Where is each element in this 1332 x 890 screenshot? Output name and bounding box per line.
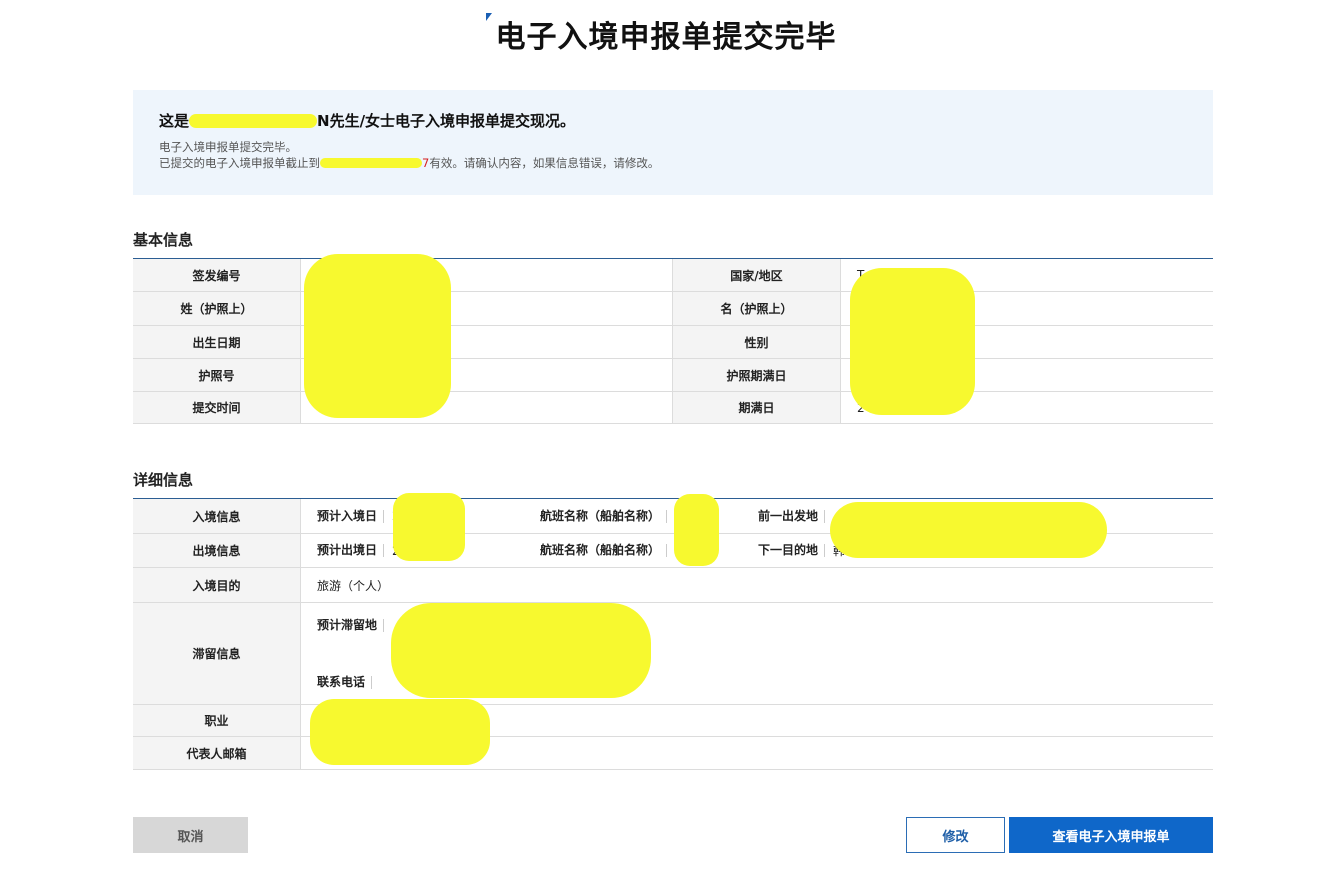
detail-info-title: 详细信息 xyxy=(133,471,194,489)
notice-line-1: 电子入境申报单提交完毕。 xyxy=(159,140,297,154)
table-row: 出生日期 性别 xyxy=(133,326,1213,359)
departure-place-label: 前一出发地 xyxy=(758,509,826,523)
label-exit-info: 出境信息 xyxy=(133,534,301,567)
redacted-date xyxy=(320,158,422,168)
exit-flight-label: 航班名称（船舶名称） xyxy=(540,544,668,557)
basic-info-title: 基本信息 xyxy=(133,231,194,249)
stay-phone-label: 联系电话 xyxy=(317,676,373,689)
basic-info-table: 签发编号 国家/地区 T 姓（护照上） 名（护照上） 出生日期 性别 护照号 护… xyxy=(133,258,1213,424)
table-row: 护照号 护照期满日 xyxy=(133,359,1213,392)
label-birth-date: 出生日期 xyxy=(133,326,301,358)
view-declaration-button[interactable]: 查看电子入境申报单 xyxy=(1009,817,1213,853)
label-entry-info: 入境信息 xyxy=(133,499,301,533)
notice-heading: 这是 N 先生/女士电子入境申报单提交现况。 xyxy=(159,111,576,131)
notice-line-2: 已提交的电子入境申报单截止到 7 有效。请确认内容，如果信息错误，请修改。 xyxy=(159,156,660,170)
label-surname: 姓（护照上） xyxy=(133,292,301,325)
page-title-text: 电子入境申报单提交完毕 xyxy=(495,20,837,55)
label-gender: 性别 xyxy=(673,326,841,358)
table-row: 提交时间 期满日 2 xyxy=(133,392,1213,424)
table-row: 代表人邮箱 xyxy=(133,737,1213,770)
redaction-mark xyxy=(393,493,465,561)
redaction-mark xyxy=(391,603,651,698)
entry-flight-label: 航班名称（船舶名称） xyxy=(540,509,668,523)
table-row: 签发编号 国家/地区 T xyxy=(133,259,1213,292)
label-submit-time: 提交时间 xyxy=(133,392,301,423)
label-issue-number: 签发编号 xyxy=(133,259,301,291)
redaction-mark xyxy=(830,502,1107,558)
entry-date-label: 预计入境日 xyxy=(317,509,385,523)
redaction-mark xyxy=(674,494,719,566)
title-corner-mark xyxy=(485,13,492,21)
table-row: 姓（护照上） 名（护照上） xyxy=(133,292,1213,326)
redacted-name xyxy=(189,113,318,128)
label-country: 国家/地区 xyxy=(673,259,841,291)
cancel-button[interactable]: 取消 xyxy=(133,817,248,853)
value-entry-purpose: 旅游（个人） xyxy=(317,578,390,593)
table-row: 滞留信息 预计滞留地 联系电话 xyxy=(133,603,1213,705)
redaction-mark xyxy=(304,254,451,418)
redaction-mark xyxy=(310,699,490,765)
table-row: 职业 xyxy=(133,705,1213,737)
label-expiry-date: 期满日 xyxy=(673,392,841,423)
stay-address-label: 预计滞留地 xyxy=(317,619,385,632)
redaction-mark xyxy=(850,268,975,415)
label-representative-email: 代表人邮箱 xyxy=(133,737,301,769)
label-passport-expiry: 护照期满日 xyxy=(673,359,841,391)
table-row: 入境目的 旅游（个人） xyxy=(133,568,1213,603)
label-stay-info: 滞留信息 xyxy=(133,603,301,704)
destination-label: 下一目的地 xyxy=(758,544,826,557)
label-passport-number: 护照号 xyxy=(133,359,301,391)
label-given-name: 名（护照上） xyxy=(673,292,841,325)
exit-date-label: 预计出境日 xyxy=(317,544,385,557)
label-entry-purpose: 入境目的 xyxy=(133,568,301,602)
label-occupation: 职业 xyxy=(133,705,301,736)
submission-notice: 这是 N 先生/女士电子入境申报单提交现况。 电子入境申报单提交完毕。 已提交的… xyxy=(133,90,1213,195)
page-title: 电子入境申报单提交完毕 xyxy=(0,12,1332,56)
edit-button[interactable]: 修改 xyxy=(906,817,1005,853)
